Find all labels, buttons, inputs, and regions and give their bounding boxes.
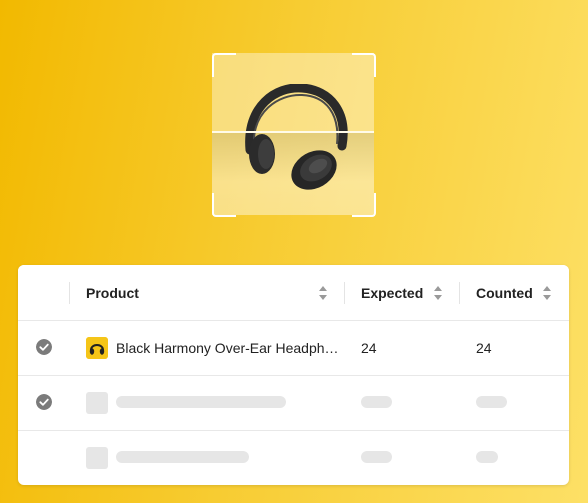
headphones-icon <box>245 84 348 190</box>
table-header: Product Expected Counted <box>18 265 569 321</box>
product-thumbnail <box>86 337 108 359</box>
product-name-placeholder <box>116 396 286 408</box>
column-header-label: Counted <box>476 284 533 301</box>
scan-corner-bottom-right <box>352 193 376 217</box>
thumbnail-placeholder <box>86 447 108 469</box>
check-circle-icon[interactable] <box>36 339 52 355</box>
product-name-placeholder <box>116 451 249 463</box>
inventory-count-table: Product Expected Counted Black Harmony O… <box>18 265 569 485</box>
counted-placeholder <box>476 451 498 463</box>
column-divider <box>344 282 345 304</box>
product-name: Black Harmony Over-Ear Headph… <box>116 339 339 356</box>
scan-corner-top-left <box>212 53 236 77</box>
sort-arrows-icon[interactable] <box>542 285 552 301</box>
scan-corner-top-right <box>352 53 376 77</box>
thumbnail-placeholder <box>86 392 108 414</box>
scan-line <box>212 131 374 133</box>
column-header-label: Product <box>86 284 139 301</box>
check-circle-icon[interactable] <box>36 394 52 410</box>
scan-corner-bottom-left <box>212 193 236 217</box>
column-divider <box>459 282 460 304</box>
sort-arrows-icon[interactable] <box>433 285 443 301</box>
column-divider <box>69 282 70 304</box>
expected-placeholder <box>361 396 392 408</box>
expected-count: 24 <box>361 339 377 356</box>
counted-placeholder <box>476 396 507 408</box>
table-row-loading <box>18 430 569 485</box>
column-header-label: Expected <box>361 284 424 301</box>
counted-count: 24 <box>476 339 492 356</box>
table-row[interactable]: Black Harmony Over-Ear Headph… 24 24 <box>18 320 569 376</box>
column-header-product[interactable]: Product <box>86 265 139 320</box>
column-header-counted[interactable]: Counted <box>476 265 533 320</box>
column-header-expected[interactable]: Expected <box>361 265 423 320</box>
expected-placeholder <box>361 451 392 463</box>
sort-arrows-icon[interactable] <box>318 285 328 301</box>
table-row-loading <box>18 375 569 431</box>
